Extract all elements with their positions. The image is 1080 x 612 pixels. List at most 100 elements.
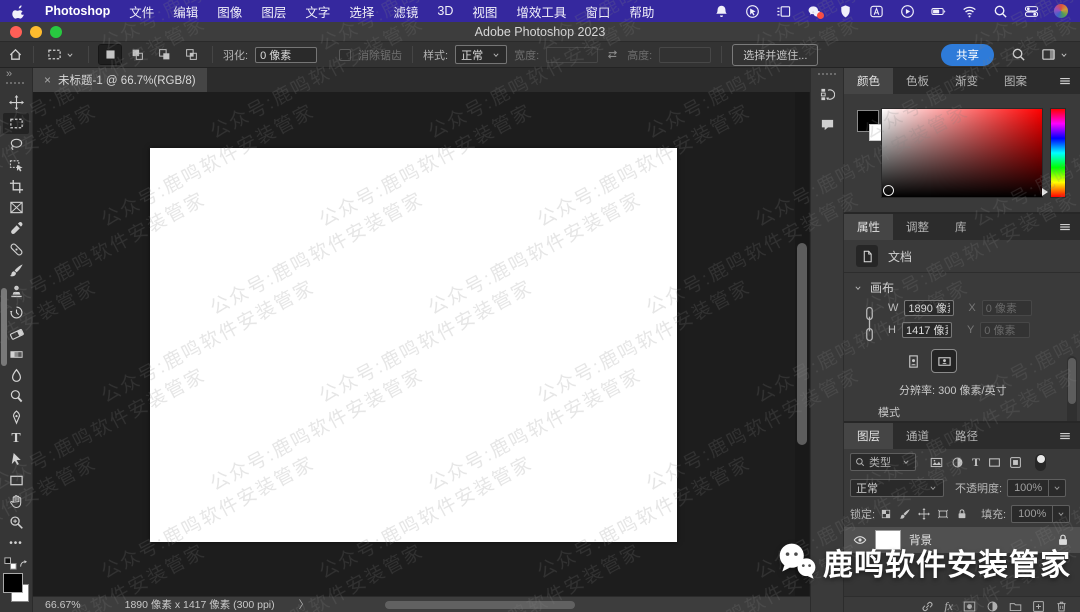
workspace-switcher[interactable]	[1038, 45, 1072, 64]
document-tab[interactable]: × 未标题-1 @ 66.7%(RGB/8)	[33, 68, 207, 92]
tab-color[interactable]: 颜色	[844, 68, 893, 94]
width-input[interactable]	[546, 46, 599, 63]
rectangular-marquee-tool[interactable]	[3, 113, 29, 134]
brush-tool[interactable]	[3, 260, 29, 281]
panel-scrollbar[interactable]	[1068, 358, 1076, 404]
new-group-icon[interactable]	[1009, 600, 1022, 612]
blend-mode-select[interactable]: 正常	[850, 479, 944, 497]
menu-item-layer[interactable]: 图层	[261, 2, 286, 21]
swap-dimensions-button[interactable]	[605, 47, 620, 62]
tab-patterns[interactable]: 图案	[991, 68, 1040, 94]
menu-item-file[interactable]: 文件	[129, 2, 154, 21]
feather-input[interactable]	[255, 46, 318, 63]
tab-channels[interactable]: 通道	[893, 423, 942, 449]
color-field-marker[interactable]	[883, 185, 894, 196]
menu-item-image[interactable]: 图像	[217, 2, 242, 21]
new-selection-button[interactable]	[98, 44, 122, 65]
tool-preset-picker[interactable]	[44, 45, 78, 64]
subtract-selection-button[interactable]	[153, 45, 175, 64]
zoom-tool[interactable]	[3, 512, 29, 533]
eyedropper-tool[interactable]	[3, 218, 29, 239]
link-dimensions-icon[interactable]	[864, 304, 875, 344]
menu-item-help[interactable]: 帮助	[629, 2, 654, 21]
security-shield-icon[interactable]	[837, 3, 853, 19]
screen-record-icon[interactable]	[899, 3, 915, 19]
collapse-chevrons[interactable]: »	[6, 69, 12, 80]
hand-tool[interactable]	[3, 491, 29, 512]
rectangle-tool[interactable]	[3, 470, 29, 491]
menu-item-window[interactable]: 窗口	[585, 2, 610, 21]
bell-icon[interactable]	[713, 3, 729, 19]
menu-item-filter[interactable]: 滤镜	[393, 2, 418, 21]
menu-item-type[interactable]: 文字	[305, 2, 330, 21]
add-to-selection-button[interactable]	[126, 45, 148, 64]
lock-position-icon[interactable]	[918, 508, 930, 520]
add-layer-mask-icon[interactable]	[963, 600, 976, 612]
lock-artboard-icon[interactable]	[937, 508, 949, 520]
height-input[interactable]	[659, 46, 712, 63]
menu-item-edit[interactable]: 编辑	[173, 2, 198, 21]
spotlight-icon[interactable]	[992, 3, 1008, 19]
path-selection-tool[interactable]	[3, 449, 29, 470]
pen-tool[interactable]	[3, 407, 29, 428]
tab-swatches[interactable]: 色板	[893, 68, 942, 94]
filter-type-select[interactable]: 类型	[850, 453, 916, 471]
link-layers-icon[interactable]	[921, 600, 934, 612]
filter-smart-objects-icon[interactable]	[1009, 456, 1022, 469]
stage-manager-icon[interactable]	[775, 3, 791, 19]
foreground-color-swatch[interactable]	[3, 573, 23, 593]
wechat-icon[interactable]	[806, 3, 824, 19]
type-tool[interactable]: T	[3, 428, 29, 449]
canvas-section-header[interactable]: 画布	[844, 273, 1080, 298]
new-adjustment-layer-icon[interactable]	[986, 600, 999, 612]
wifi-icon[interactable]	[961, 3, 977, 19]
canvas-height-input[interactable]	[901, 322, 952, 338]
input-source-icon[interactable]	[868, 3, 884, 19]
layer-filter-toggle[interactable]	[1035, 453, 1047, 471]
filter-pixel-layers-icon[interactable]	[930, 456, 943, 469]
battery-icon[interactable]	[930, 3, 946, 19]
canvas-document[interactable]	[150, 148, 677, 542]
default-swap-colors[interactable]	[3, 556, 30, 571]
spot-healing-brush-tool[interactable]	[3, 239, 29, 260]
layer-style-icon[interactable]: fx	[944, 599, 953, 612]
blur-tool[interactable]	[3, 365, 29, 386]
tab-layers[interactable]: 图层	[844, 423, 893, 449]
history-panel-button[interactable]	[815, 83, 839, 105]
hue-slider-marker[interactable]	[1042, 188, 1048, 196]
move-tool[interactable]	[3, 92, 29, 113]
crop-tool[interactable]	[3, 176, 29, 197]
apple-menu[interactable]	[12, 4, 26, 19]
share-button[interactable]: 共享	[941, 43, 994, 66]
fill-select[interactable]: 100%	[1011, 505, 1071, 523]
portrait-orientation-button[interactable]	[901, 350, 925, 372]
lock-transparency-icon[interactable]	[880, 508, 892, 520]
tab-libraries[interactable]: 库	[942, 214, 980, 240]
style-select[interactable]: 正常	[455, 45, 508, 64]
edit-toolbar-button[interactable]: •••	[3, 533, 29, 554]
opacity-select[interactable]: 100%	[1007, 479, 1067, 497]
frame-tool[interactable]	[3, 197, 29, 218]
lasso-tool[interactable]	[3, 134, 29, 155]
menu-app-name[interactable]: Photoshop	[45, 4, 110, 18]
canvas-y-input[interactable]	[980, 322, 1031, 338]
status-chevron-icon[interactable]: 〉	[285, 597, 310, 612]
intersect-selection-button[interactable]	[180, 45, 202, 64]
landscape-orientation-button[interactable]	[931, 349, 957, 373]
search-button[interactable]	[1011, 47, 1026, 62]
menu-item-plugins[interactable]: 增效工具	[516, 2, 566, 21]
zoom-level[interactable]: 66.67%	[33, 599, 95, 611]
canvas-width-input[interactable]	[904, 300, 955, 316]
panel-menu-button[interactable]	[1058, 429, 1072, 443]
tab-adjustments[interactable]: 调整	[893, 214, 942, 240]
app-sphere-icon[interactable]	[1054, 4, 1068, 18]
vertical-scrollbar[interactable]	[797, 243, 807, 445]
select-and-mask-button[interactable]: 选择并遮住...	[732, 43, 819, 66]
menu-item-view[interactable]: 视图	[472, 2, 497, 21]
filter-shape-layers-icon[interactable]	[988, 456, 1001, 469]
filter-type-layers-icon[interactable]: T	[972, 455, 980, 470]
hue-slider[interactable]	[1050, 108, 1066, 198]
lock-all-icon[interactable]	[956, 508, 968, 520]
tab-properties[interactable]: 属性	[844, 214, 893, 240]
menu-item-3d[interactable]: 3D	[437, 4, 453, 18]
